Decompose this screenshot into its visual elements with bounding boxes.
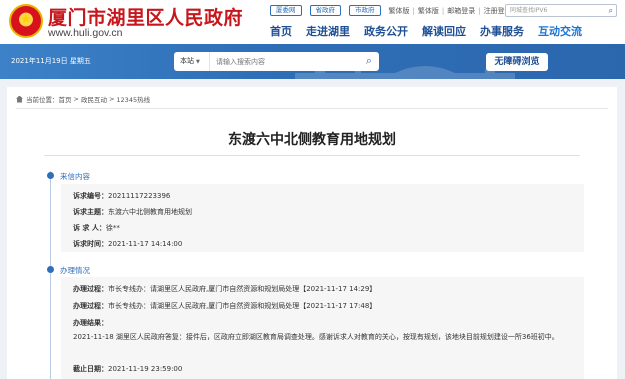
process-content-box: 办理过程：市长专线办：请湖里区人民政府,厦门市自然资源和规划局处理【2021-1… bbox=[61, 277, 584, 379]
site-url: www.huli.gov.cn bbox=[48, 27, 123, 39]
process-step: 办理过程：市长专线办：请湖里区人民政府,厦门市自然资源和规划局处理【2021-1… bbox=[73, 301, 376, 311]
field-value: 市长专线办：请湖里区人民政府,厦门市自然资源和规划局处理【2021-11-17 … bbox=[108, 285, 377, 293]
top-search-input[interactable]: 同城查找IPV6 ⌕ bbox=[505, 4, 617, 17]
home-icon bbox=[16, 95, 23, 103]
link-traditional[interactable]: 繁体版 bbox=[418, 6, 439, 16]
search-button[interactable]: ⌕ bbox=[359, 52, 379, 71]
breadcrumb-interaction[interactable]: 政民互动 bbox=[81, 94, 107, 104]
site-header: 厦门市湖里区人民政府 www.huli.gov.cn 厦委网 省政府 市政府 繁… bbox=[0, 0, 625, 44]
search-icon: ⌕ bbox=[365, 54, 373, 67]
field-label: 诉求主题： bbox=[73, 208, 108, 216]
divider bbox=[16, 108, 608, 109]
link-province-gov[interactable]: 省政府 bbox=[309, 5, 341, 16]
breadcrumb-prefix: 当前位置： bbox=[26, 96, 59, 104]
nav-interpretation[interactable]: 解读回应 bbox=[422, 23, 466, 39]
field-value: 东渡六中北侧教育用地规划 bbox=[108, 208, 192, 216]
field-request-time: 诉求时间：2021-11-17 14:14:00 bbox=[73, 239, 182, 249]
field-label: 办理过程： bbox=[73, 285, 108, 293]
content-panel: 当前位置： 首页 > 政民互动 > 12345热线 东渡六中北侧教育用地规划 来… bbox=[7, 87, 617, 379]
field-value: 市长专线办：请湖里区人民政府,厦门市自然资源和规划局处理【2021-11-17 … bbox=[108, 302, 377, 310]
breadcrumb-separator: > bbox=[73, 95, 79, 103]
chevron-down-icon: ▼ bbox=[196, 59, 200, 65]
search-input[interactable] bbox=[216, 52, 356, 71]
search-scope-label: 本站 bbox=[180, 57, 194, 65]
nav-gov-affairs[interactable]: 政务公开 bbox=[364, 23, 408, 39]
field-value: 2021-11-19 23:59:00 bbox=[108, 365, 183, 373]
link-simplified[interactable]: 繁体版 bbox=[389, 6, 410, 16]
result-label: 办理结果： bbox=[73, 318, 108, 328]
separator: | bbox=[412, 6, 415, 15]
nav-about-huli[interactable]: 走进湖里 bbox=[306, 23, 350, 39]
letter-content-box: 诉求编号：20211117223396 诉求主题：东渡六中北侧教育用地规划 诉 … bbox=[61, 184, 584, 252]
breadcrumb-hotline[interactable]: 12345热线 bbox=[116, 94, 150, 104]
separator: | bbox=[478, 6, 481, 15]
field-value: 20211117223396 bbox=[108, 192, 171, 200]
top-search-placeholder: 同城查找IPV6 bbox=[510, 7, 548, 14]
site-title[interactable]: 厦门市湖里区人民政府 bbox=[48, 3, 243, 30]
result-text: 2021-11-18 湖里区人民政府答复：接件后，区政府立即湖区教育局调查处理。… bbox=[73, 333, 559, 341]
current-date: 2021年11月19日 星期五 bbox=[11, 57, 91, 65]
search-banner: 2021年11月19日 星期五 本站▼ ⌕ 无障碍浏览 bbox=[0, 44, 625, 79]
field-request-id: 诉求编号：20211117223396 bbox=[73, 191, 170, 201]
nav-services[interactable]: 办事服务 bbox=[480, 23, 524, 39]
field-deadline: 截止日期：2021-11-19 23:59:00 bbox=[73, 364, 182, 374]
timeline-dot bbox=[47, 172, 54, 179]
section-title-process: 办理情况 bbox=[60, 266, 90, 275]
link-city-gov[interactable]: 市政府 bbox=[349, 5, 381, 16]
breadcrumb-home[interactable]: 首页 bbox=[59, 94, 72, 104]
top-links: 厦委网 省政府 市政府 繁体版 | 繁体版 | 邮箱登录 | 注册登录 | 注册 bbox=[270, 4, 534, 17]
site-search: 本站▼ ⌕ bbox=[174, 52, 379, 71]
search-scope-select[interactable]: 本站 ▼ bbox=[174, 52, 210, 71]
field-value: 2021-11-17 14:14:00 bbox=[108, 240, 183, 248]
process-step: 办理过程：市长专线办：请湖里区人民政府,厦门市自然资源和规划局处理【2021-1… bbox=[73, 284, 376, 294]
timeline-line bbox=[50, 171, 51, 379]
link-mail-login[interactable]: 邮箱登录 bbox=[447, 6, 475, 16]
section-title-letter: 来信内容 bbox=[60, 172, 90, 181]
breadcrumb: 当前位置： 首页 > 政民互动 > 12345热线 bbox=[16, 94, 150, 104]
link-xiamen-committee[interactable]: 厦委网 bbox=[270, 5, 302, 16]
field-value: 徐** bbox=[105, 224, 120, 232]
accessibility-button[interactable]: 无障碍浏览 bbox=[486, 53, 548, 71]
field-label: 办理过程： bbox=[73, 302, 108, 310]
national-emblem-icon bbox=[9, 4, 43, 38]
breadcrumb-separator: > bbox=[108, 95, 115, 103]
nav-home[interactable]: 首页 bbox=[270, 23, 292, 39]
separator: | bbox=[441, 6, 445, 15]
field-label: 诉 求 人： bbox=[73, 224, 106, 232]
main-nav: 首页 走进湖里 政务公开 解读回应 办事服务 互动交流 bbox=[270, 23, 596, 39]
timeline-dot bbox=[47, 266, 54, 273]
search-icon[interactable]: ⌕ bbox=[609, 5, 613, 16]
divider bbox=[44, 155, 580, 156]
field-label: 诉求时间： bbox=[73, 240, 108, 248]
field-requester: 诉 求 人：徐** bbox=[73, 223, 120, 233]
field-label: 截止日期： bbox=[73, 365, 108, 373]
field-label: 办理结果： bbox=[73, 319, 108, 327]
nav-interaction[interactable]: 互动交流 bbox=[538, 23, 582, 39]
page-title: 东渡六中北侧教育用地规划 bbox=[228, 132, 396, 148]
field-request-subject: 诉求主题：东渡六中北侧教育用地规划 bbox=[73, 207, 192, 217]
field-label: 诉求编号： bbox=[73, 192, 108, 200]
